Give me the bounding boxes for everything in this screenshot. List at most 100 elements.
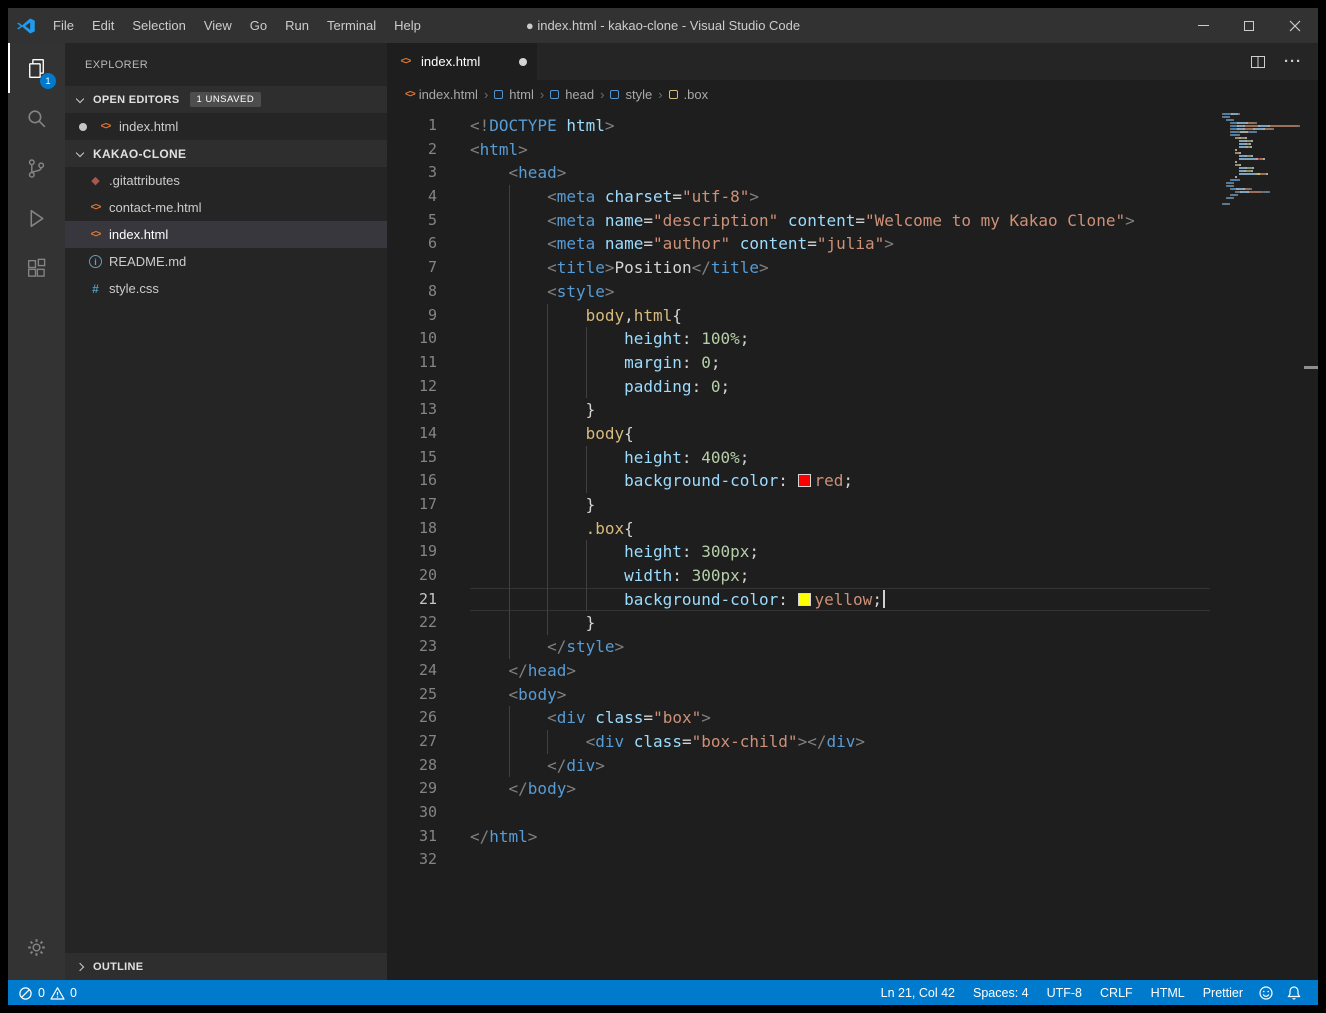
- indent-guide: [470, 161, 509, 185]
- indent-guide: [470, 611, 509, 635]
- minimap-line: [1222, 158, 1304, 160]
- tab-index-html[interactable]: <> index.html: [387, 43, 537, 80]
- code-line-18: 18 .box{: [387, 517, 1318, 541]
- file-item-contact-me-html[interactable]: <> contact-me.html: [65, 194, 387, 221]
- line-number: 20: [418, 566, 437, 585]
- code-line-16: 16 background-color: red;: [387, 469, 1318, 493]
- open-editors-header[interactable]: OPEN EDITORS 1 UNSAVED: [65, 86, 387, 113]
- notifications-bell-icon[interactable]: [1280, 985, 1308, 1001]
- line-number: 17: [418, 495, 437, 513]
- status-cursor-position[interactable]: Ln 21, Col 42: [872, 986, 964, 1000]
- code-line-10: 10 height: 100%;: [387, 327, 1318, 351]
- minimap-line: [1222, 128, 1304, 130]
- extensions-icon[interactable]: [8, 243, 65, 293]
- problems-status[interactable]: 0 0: [8, 985, 77, 1001]
- minimap-line: [1222, 200, 1304, 202]
- line-number: 13: [418, 400, 437, 419]
- status-encoding[interactable]: UTF-8: [1038, 986, 1091, 1000]
- breadcrumb--box[interactable]: .box: [668, 87, 708, 102]
- more-actions-icon[interactable]: ···: [1284, 53, 1302, 70]
- line-number: 16: [418, 471, 437, 490]
- menu-view[interactable]: View: [195, 8, 241, 43]
- line-number: 8: [427, 281, 437, 300]
- menu-terminal[interactable]: Terminal: [318, 8, 385, 43]
- open-editor-item[interactable]: <> index.html: [65, 113, 387, 140]
- minimap-line: [1222, 140, 1304, 142]
- run-debug-icon[interactable]: [8, 193, 65, 243]
- indent-guide: [470, 777, 509, 801]
- status-prettier[interactable]: Prettier: [1194, 986, 1252, 1000]
- maximize-button[interactable]: [1226, 8, 1272, 43]
- chevron-down-icon: [75, 148, 85, 157]
- settings-gear-icon[interactable]: [8, 922, 65, 972]
- indent-guide: [509, 754, 548, 778]
- status-language[interactable]: HTML: [1142, 986, 1194, 1000]
- line-number: 32: [418, 850, 437, 869]
- indent-guide: [470, 706, 509, 730]
- menu-help[interactable]: Help: [385, 8, 430, 43]
- file-item-index-html[interactable]: <> index.html: [65, 221, 387, 248]
- maximize-icon: [1244, 20, 1254, 31]
- file-item-readme-md[interactable]: i README.md: [65, 248, 387, 275]
- indent-guide: [470, 185, 509, 209]
- code-line-1: 1 <!DOCTYPE html>: [387, 114, 1318, 138]
- breadcrumb-head[interactable]: head: [550, 87, 594, 102]
- symbol-class-icon: [668, 89, 678, 99]
- explorer-activity-icon[interactable]: 1: [8, 43, 65, 93]
- menu-file[interactable]: File: [44, 8, 83, 43]
- menu-run[interactable]: Run: [276, 8, 318, 43]
- text-cursor: [882, 589, 885, 608]
- code-line-15: 15 height: 400%;: [387, 446, 1318, 470]
- source-control-icon[interactable]: [8, 143, 65, 193]
- line-number: 25: [418, 684, 437, 703]
- status-indentation[interactable]: Spaces: 4: [964, 986, 1038, 1000]
- indent-guide: [509, 611, 548, 635]
- indent-guide: [509, 635, 548, 659]
- split-editor-icon[interactable]: [1250, 54, 1266, 70]
- code-line-5: 5 <meta name="description" content="Welco…: [387, 209, 1318, 233]
- line-number: 22: [418, 613, 437, 632]
- breadcrumb-index-html[interactable]: <> index.html: [405, 87, 478, 102]
- line-number: 21: [418, 589, 437, 608]
- code-line-21: 21 background-color: yellow;: [387, 588, 1318, 612]
- editor-group: <> index.html ··· <> index.html › html › head…: [387, 43, 1318, 980]
- code-line-27: 27 <div class="box-child"></div>: [387, 730, 1318, 754]
- folder-header[interactable]: KAKAO-CLONE: [65, 140, 387, 167]
- explorer-title: EXPLORER: [85, 58, 149, 71]
- file-item-style-css[interactable]: # style.css: [65, 275, 387, 302]
- close-button[interactable]: [1272, 8, 1318, 43]
- indent-guide: [547, 588, 586, 612]
- window-controls: [1180, 8, 1318, 43]
- indent-guide: [470, 730, 509, 754]
- menu-go[interactable]: Go: [241, 8, 276, 43]
- indent-guide: [509, 351, 548, 375]
- breadcrumb-html[interactable]: html: [494, 87, 534, 102]
- indent-guide: [586, 375, 625, 399]
- line-number: 3: [427, 163, 437, 182]
- git-file-icon: ◆: [91, 175, 100, 187]
- feedback-icon[interactable]: [1252, 985, 1280, 1001]
- line-number: 31: [418, 826, 437, 845]
- file-item--gitattributes[interactable]: ◆ .gitattributes: [65, 167, 387, 194]
- line-number: 18: [418, 518, 437, 537]
- menu-edit[interactable]: Edit: [83, 8, 123, 43]
- status-eol[interactable]: CRLF: [1091, 986, 1142, 1000]
- indent-guide: [586, 327, 625, 351]
- menu-selection[interactable]: Selection: [123, 8, 194, 43]
- code-line-8: 8 <style>: [387, 280, 1318, 304]
- indent-guide: [509, 540, 548, 564]
- code-editor[interactable]: 1 <!DOCTYPE html> 2 <html> 3 <head> 4 <meta cha…: [387, 108, 1318, 980]
- minimap[interactable]: [1222, 113, 1304, 209]
- code-line-24: 24 </head>: [387, 659, 1318, 683]
- indent-guide: [470, 256, 509, 280]
- indent-guide: [509, 422, 548, 446]
- line-number: 27: [418, 731, 437, 750]
- indent-guide: [470, 588, 509, 612]
- indent-guide: [470, 375, 509, 399]
- breadcrumb-style[interactable]: style: [610, 87, 652, 102]
- outline-header[interactable]: OUTLINE: [65, 953, 387, 980]
- code-line-12: 12 padding: 0;: [387, 375, 1318, 399]
- search-icon[interactable]: [8, 93, 65, 143]
- color-swatch: [797, 592, 811, 606]
- minimize-button[interactable]: [1180, 8, 1226, 43]
